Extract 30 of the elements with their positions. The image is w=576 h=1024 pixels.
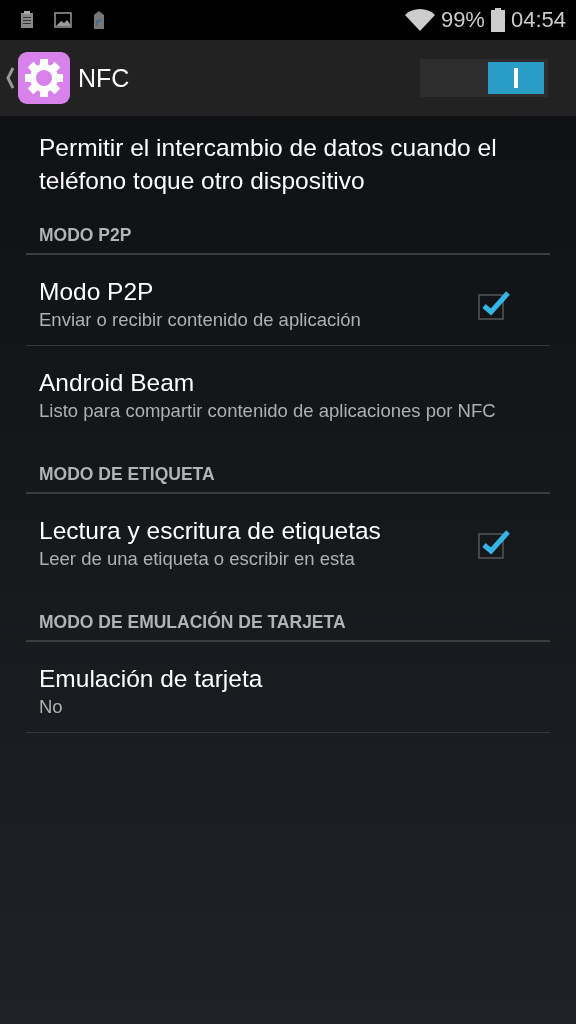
preference-item[interactable]: Android Beam Listo para compartir contenido de aplicaciones por NFC [26, 346, 550, 436]
preference-summary: Leer de una etiqueta o escribir en esta [39, 547, 356, 571]
preference-title: Android Beam [39, 368, 196, 398]
description-text: Permitir el intercambio de datos cuando el teléfono toque otro dispositivo [38, 133, 498, 196]
preference-title: Emulación de tarjeta [39, 664, 264, 694]
preference-item[interactable]: Emulación de tarjeta No [26, 642, 550, 732]
screen-title: NFC [78, 63, 131, 93]
checkbox[interactable] [477, 528, 511, 560]
preference-title: Lectura y escritura de etiquetas [39, 516, 382, 546]
chevron-icon [6, 67, 14, 89]
clock-time: 04:54 [510, 7, 566, 33]
section-header: MODO DE EMULACIÓN DE TARJETA [38, 610, 347, 634]
section-header: MODO DE ETIQUETA [38, 463, 216, 486]
preference-summary: No [39, 695, 64, 719]
section-header: MODO P2P [38, 224, 133, 247]
preference-title: Modo P2P [39, 277, 155, 307]
wifi-icon [404, 8, 435, 32]
battery-percent: 99% [440, 7, 485, 33]
tag-icon [92, 10, 106, 30]
toggle-switch[interactable] [420, 59, 548, 97]
image-icon [54, 12, 72, 28]
preference-summary: Listo para compartir contenido de aplicaciones por NFC [39, 399, 497, 423]
clipboard-icon [20, 11, 34, 29]
preference-item[interactable]: Modo P2P Enviar o recibir contenido de aplicación [26, 255, 550, 345]
preference-summary: Enviar o recibir contenido de aplicación [39, 308, 362, 332]
back-button[interactable] [6, 52, 70, 104]
checkbox[interactable] [477, 289, 511, 321]
preference-item[interactable]: Lectura y escritura de etiquetas Leer de una etiqueta o escribir en esta [26, 494, 550, 584]
gear-icon [18, 52, 70, 104]
battery-icon [490, 8, 505, 32]
